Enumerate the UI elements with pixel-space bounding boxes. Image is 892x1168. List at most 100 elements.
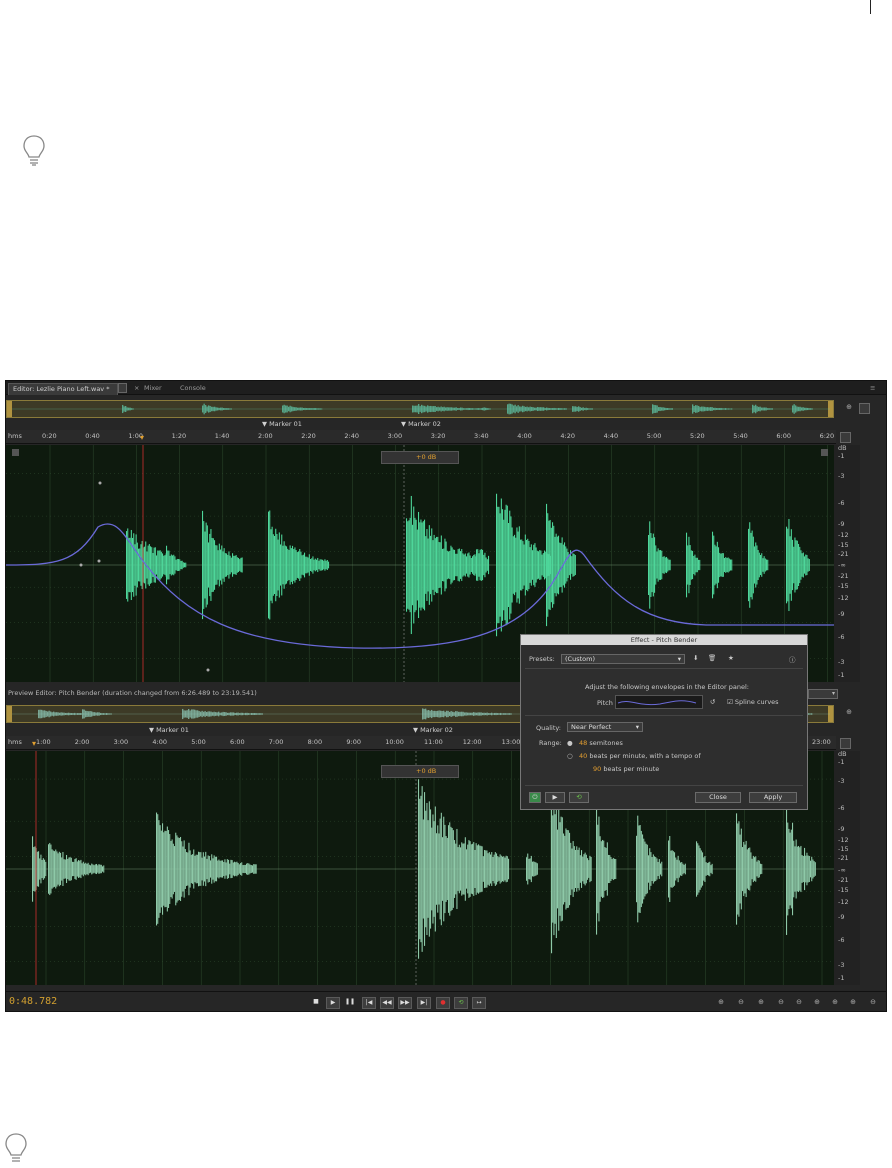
zoom-out-full-icon[interactable]: ⊖ [792,998,806,1009]
marker-01-preview[interactable]: ▼ Marker 01 [149,726,189,734]
skip-button[interactable]: ↦ [472,997,486,1009]
zoom-out-amplitude-icon[interactable]: ⊖ [734,998,748,1009]
semitones-radio[interactable]: ● [567,739,573,747]
marker-02-preview[interactable]: ▼ Marker 02 [413,726,453,734]
db-scale-label: -21 [838,571,849,580]
editor-overview-bar[interactable] [6,400,834,418]
db-scale-label: -1 [838,757,845,766]
zoom-selection-amp-icon[interactable]: ⊕ [846,998,860,1009]
editor-db-scale: dB -1 -3 -6 -9 -12 -15 -21 -∞ -21 -15 -12 -9 -6 -3 -1 [834,444,860,682]
db-scale-label: -3 [838,471,845,480]
bpm-value[interactable]: 40 [579,752,587,760]
db-scale-label: -12 [838,836,849,845]
preview-hud-gain[interactable]: +0 dB [381,765,459,778]
tempo-value[interactable]: 90 [593,765,601,773]
preview-play-button[interactable]: ▶ [545,792,565,803]
current-time-display[interactable]: 0:48.782 [9,996,57,1007]
preview-loop-button[interactable]: ⟲ [569,792,589,803]
db-scale-label: -3 [838,777,845,786]
pause-button[interactable]: ❚❚ [343,997,357,1009]
apply-button[interactable]: Apply [749,792,797,803]
go-to-end-button[interactable]: ▶| [417,997,431,1009]
play-button[interactable]: ▶ [326,997,340,1009]
preview-options-dropdown[interactable]: ▾ [808,689,838,699]
tab-mixer[interactable]: Mixer [140,383,166,395]
presets-select[interactable]: (Custom) ▾ [561,654,685,664]
reset-envelope-icon[interactable]: ↺ [710,698,715,706]
db-scale-label: -21 [838,875,849,884]
spline-curves-checkbox[interactable]: ☑ Spline curves [727,698,779,706]
marker-01-top[interactable]: ▼ Marker 01 [262,420,302,428]
preview-playhead-handle-icon[interactable]: ▾ [32,739,36,748]
tab-console[interactable]: Console [176,383,210,395]
info-icon[interactable]: ⓘ [789,654,796,664]
zoom-in-point-icon[interactable]: ⊕ [810,998,824,1009]
go-to-start-button[interactable]: |◀ [362,997,376,1009]
ruler-tick: 13:00 [501,738,521,746]
zoom-selection-icon[interactable]: ⊕ [842,403,856,414]
ruler-tick: 8:00 [307,738,323,746]
zoom-selection-time-icon[interactable]: ⊕ [828,998,842,1009]
pitch-bender-dialog: Effect - Pitch Bender Presets: (Custom) ▾… [520,634,808,810]
db-scale-label: -12 [838,897,849,906]
record-button[interactable]: ● [436,997,450,1009]
marker-02-top[interactable]: ▼ Marker 02 [401,420,441,428]
zoom-out-time-icon[interactable]: ⊖ [774,998,788,1009]
headphones-icon[interactable] [840,432,851,443]
db-scale-label: -6 [838,632,845,641]
db-scale-label: -3 [838,657,845,666]
divider [525,715,803,716]
zoom-reset-icon[interactable]: ⊖ [866,998,880,1009]
db-scale-label: -1 [838,452,845,461]
zoom-in-time-icon[interactable]: ⊕ [754,998,768,1009]
power-toggle-icon[interactable]: ⏻ [529,792,541,803]
ruler-tick: 4:20 [560,432,575,440]
close-button[interactable]: Close [695,792,741,803]
panel-menu-icon[interactable]: ≡ [866,383,879,395]
zoom-in-amplitude-icon[interactable]: ⊕ [714,998,728,1009]
db-scale-label: -12 [838,593,849,602]
range-label: Range: [539,739,562,747]
bpm-radio[interactable]: ○ [567,752,573,760]
db-scale-label: dB [838,750,847,758]
ruler-tick: 1:00 [36,738,51,746]
db-scale-label: -∞ [838,865,846,874]
pitch-label: Pitch [597,699,613,707]
db-scale-label: -21 [838,549,849,558]
presets-label: Presets: [529,655,555,663]
tip-lightbulb-icon [23,135,45,166]
ruler-tick: 11:00 [424,738,443,746]
tip-lightbulb-icon-bottom [5,1133,27,1162]
editor-time-ruler[interactable]: hms 0:20 0:40 1:00 1:20 1:40 2:00 2:20 2:40 3:00… [6,430,836,444]
view-toggle-icon[interactable] [859,403,870,414]
ruler-tick: 3:20 [430,432,446,440]
db-scale-label: -15 [838,540,849,549]
delete-preset-icon[interactable]: 🗑 [708,654,716,662]
fast-forward-button[interactable]: ▶▶ [398,997,412,1009]
envelope-instruction: Adjust the following envelopes in the Ed… [585,683,749,691]
tab-dropdown-chevron-icon[interactable] [118,383,127,393]
playhead-handle-icon[interactable]: ▾ [140,433,144,442]
save-preset-icon[interactable]: ⬇ [693,654,698,662]
ruler-tick: 5:00 [646,432,662,440]
overview-waveform [12,403,830,415]
preview-zoom-icon[interactable]: ⊕ [842,708,856,719]
ruler-tick: 9:00 [346,738,361,746]
tab-editor[interactable]: Editor: Lezlie Piano Left.wav * [8,383,118,395]
loop-button[interactable]: ⟲ [454,997,468,1009]
tempo-option: 90 beats per minute [593,765,660,773]
quality-select[interactable]: Near Perfect ▾ [567,722,643,732]
preview-headphones-icon[interactable] [840,738,851,749]
quality-label: Quality: [536,724,561,732]
db-scale-label: dB [838,444,847,452]
ruler-tick: 3:40 [474,432,489,440]
editor-hud-gain[interactable]: +0 dB [381,451,459,464]
favorite-star-icon[interactable]: ★ [728,654,734,662]
ruler-tick: 2:40 [344,432,359,440]
ruler-unit-label: hms [8,432,22,440]
rewind-button[interactable]: ◀◀ [380,997,394,1009]
semitones-value[interactable]: 48 [579,739,587,747]
semitones-option: 48 semitones [579,739,623,747]
db-scale-label: -3 [838,961,845,970]
stop-button[interactable]: ■ [309,997,323,1009]
